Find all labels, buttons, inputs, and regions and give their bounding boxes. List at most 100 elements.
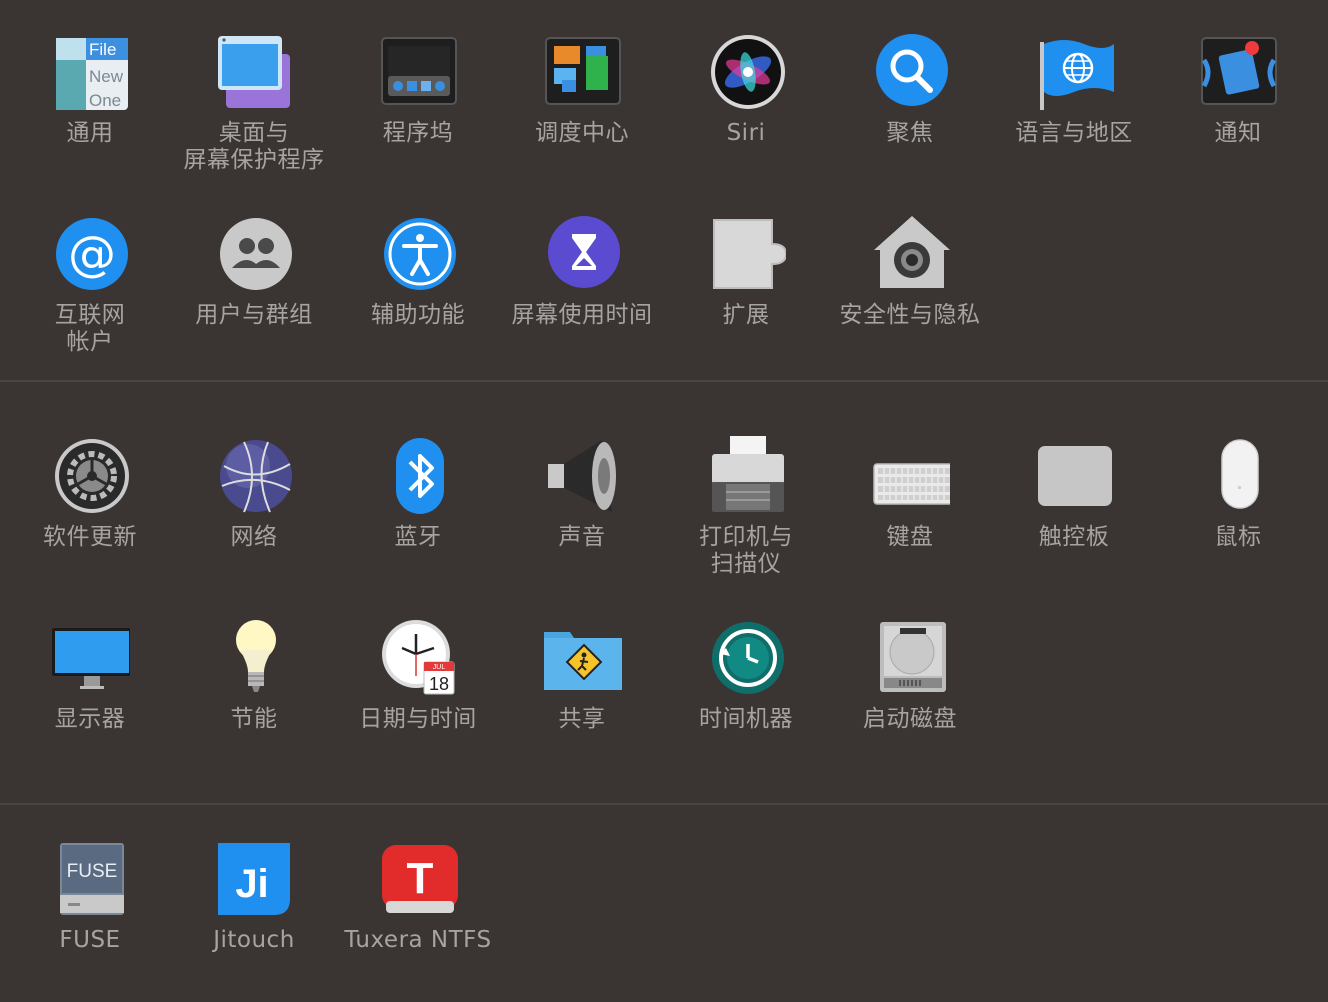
pane-users-groups[interactable]: 用户与群组 (172, 214, 336, 329)
sound-icon (542, 436, 622, 516)
pane-label: Tuxera NTFS (344, 927, 492, 953)
pane-label: 调度中心 (535, 120, 629, 146)
general-icon: File New One (50, 32, 130, 112)
pane-label: 语言与地区 (1015, 120, 1133, 146)
pane-sound[interactable]: 声音 (500, 436, 664, 551)
tuxera-icon-text: T (407, 854, 434, 903)
pane-jitouch[interactable]: Ji Jitouch (172, 839, 336, 954)
pane-network[interactable]: 网络 (172, 436, 336, 551)
pane-label: 桌面与 屏幕保护程序 (183, 120, 325, 173)
trackpad-icon (1034, 436, 1114, 516)
pane-displays[interactable]: 显示器 (8, 618, 172, 733)
personal-prefs-section: File New One 通用 桌面与 屏幕保护程序 程序坞 调度中心 Siri… (0, 0, 1328, 380)
pane-label: 聚焦 (886, 120, 934, 146)
pane-spotlight[interactable]: 聚焦 (828, 32, 992, 147)
time-machine-icon (706, 618, 786, 698)
pane-label: 互联网 帐户 (54, 302, 126, 355)
spotlight-icon (870, 32, 950, 112)
keyboard-icon (870, 436, 950, 516)
pane-label: 安全性与隐私 (839, 302, 981, 328)
pane-label: 节能 (230, 706, 278, 732)
screen-time-icon (542, 214, 622, 294)
pane-label: FUSE (59, 927, 121, 953)
pane-mouse[interactable]: 鼠标 (1156, 436, 1320, 551)
siri-icon (706, 32, 786, 112)
pane-keyboard[interactable]: 键盘 (828, 436, 992, 551)
pane-trackpad[interactable]: 触控板 (992, 436, 1156, 551)
software-update-icon (50, 436, 130, 516)
hardware-prefs-section: 软件更新 网络 蓝牙 声音 打印机与 扫描仪 键盘 触控板 鼠标 显示器 节能 … (0, 382, 1328, 803)
energy-saver-icon (214, 618, 294, 698)
users-groups-icon (214, 214, 294, 294)
pane-label: 辅助功能 (371, 302, 465, 328)
displays-icon (50, 618, 130, 698)
notifications-icon (1198, 32, 1278, 112)
pane-general[interactable]: File New One 通用 (8, 32, 172, 147)
pane-label: 键盘 (886, 524, 934, 550)
security-privacy-icon (870, 214, 950, 294)
sharing-icon (542, 618, 622, 698)
pane-label: 启动磁盘 (863, 706, 957, 732)
internet-accounts-icon: @ (50, 214, 130, 294)
pane-label: 通知 (1214, 120, 1262, 146)
pane-date-time[interactable]: JUL 18 日期与时间 (336, 618, 500, 733)
other-prefs-section: FUSE FUSE Ji Jitouch T Tuxera NTFS (0, 805, 1328, 1002)
pane-software-update[interactable]: 软件更新 (8, 436, 172, 551)
pane-label: 声音 (558, 524, 606, 550)
dock-icon (378, 32, 458, 112)
fuse-icon-text: FUSE (67, 861, 118, 882)
pane-screen-time[interactable]: 屏幕使用时间 (500, 214, 664, 329)
jitouch-icon: Ji (214, 839, 294, 919)
extensions-icon (706, 214, 786, 294)
pane-label: 蓝牙 (394, 524, 442, 550)
printers-scanners-icon (706, 436, 786, 516)
pane-mission-control[interactable]: 调度中心 (500, 32, 664, 147)
pane-label: 鼠标 (1214, 524, 1262, 550)
pane-label: Siri (726, 120, 766, 146)
pane-label: 扩展 (722, 302, 770, 328)
pane-tuxera-ntfs[interactable]: T Tuxera NTFS (336, 839, 500, 954)
pane-label: 显示器 (54, 706, 126, 732)
pane-printers-scanners[interactable]: 打印机与 扫描仪 (664, 436, 828, 578)
svg-text:@: @ (68, 226, 116, 282)
pane-label: Jitouch (213, 927, 295, 953)
fuse-icon: FUSE (50, 839, 130, 919)
calendar-day-text: 18 (429, 674, 449, 694)
pane-security-privacy[interactable]: 安全性与隐私 (828, 214, 992, 329)
pane-label: 程序坞 (382, 120, 454, 146)
language-region-icon (1034, 32, 1114, 112)
pane-extensions[interactable]: 扩展 (664, 214, 828, 329)
pane-label: 时间机器 (699, 706, 793, 732)
pane-startup-disk[interactable]: 启动磁盘 (828, 618, 992, 733)
pane-label: 日期与时间 (359, 706, 477, 732)
date-time-icon: JUL 18 (378, 618, 458, 698)
pane-sharing[interactable]: 共享 (500, 618, 664, 733)
startup-disk-icon (870, 618, 950, 698)
pane-accessibility[interactable]: 辅助功能 (336, 214, 500, 329)
pane-fuse[interactable]: FUSE FUSE (8, 839, 172, 954)
mission-control-icon (542, 32, 622, 112)
jitouch-icon-text: Ji (235, 862, 268, 906)
desktop-screensaver-icon (214, 32, 294, 112)
pane-label: 软件更新 (43, 524, 137, 550)
general-icon-new-text: New (89, 67, 124, 86)
pane-time-machine[interactable]: 时间机器 (664, 618, 828, 733)
pane-energy-saver[interactable]: 节能 (172, 618, 336, 733)
pane-label: 打印机与 扫描仪 (699, 524, 793, 577)
pane-bluetooth[interactable]: 蓝牙 (336, 436, 500, 551)
pane-notifications[interactable]: 通知 (1156, 32, 1320, 147)
general-icon-file-text: File (89, 40, 116, 59)
general-icon-one-text: One (89, 91, 121, 110)
pane-label: 通用 (66, 120, 114, 146)
pane-internet-accounts[interactable]: @ 互联网 帐户 (8, 214, 172, 356)
pane-dock[interactable]: 程序坞 (336, 32, 500, 147)
network-icon (214, 436, 294, 516)
pane-label: 用户与群组 (195, 302, 313, 328)
tuxera-ntfs-icon: T (378, 839, 458, 919)
pane-siri[interactable]: Siri (664, 32, 828, 147)
accessibility-icon (378, 214, 458, 294)
pane-desktop-screensaver[interactable]: 桌面与 屏幕保护程序 (172, 32, 336, 174)
pane-label: 触控板 (1038, 524, 1110, 550)
pane-language-region[interactable]: 语言与地区 (992, 32, 1156, 147)
bluetooth-icon (378, 436, 458, 516)
